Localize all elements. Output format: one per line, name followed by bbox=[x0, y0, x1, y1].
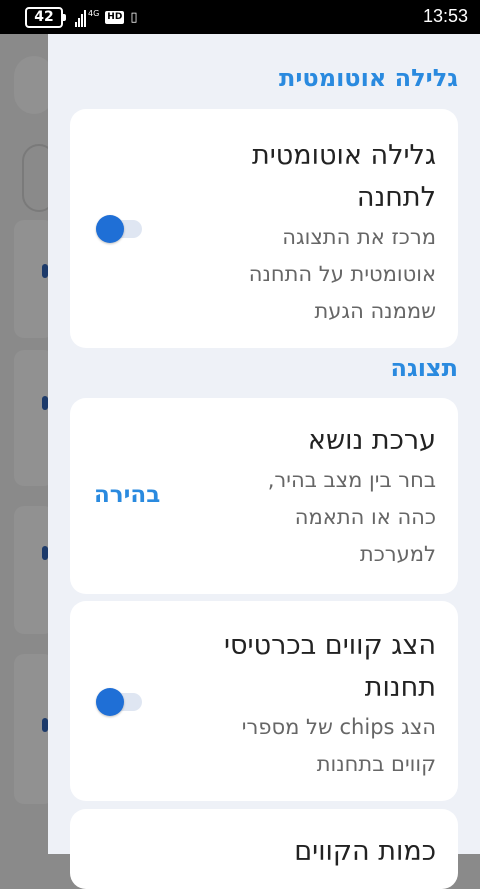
setting-description: אוטומטית על התחנה bbox=[248, 262, 436, 286]
toggle-thumb bbox=[96, 215, 124, 243]
line-count-setting-card[interactable]: כמות הקווים bbox=[70, 809, 458, 889]
status-bar: 42 4G HD ▯ 13:53 bbox=[0, 0, 480, 34]
vibrate-icon: ▯ bbox=[130, 9, 138, 25]
toggle-thumb bbox=[96, 688, 124, 716]
auto-scroll-setting-card[interactable]: גלילה אוטומטית לתחנה מרכז את התצוגה אוטו… bbox=[70, 109, 458, 348]
theme-text: ערכת נושא בחר בין מצב בהיר, כהה או התאמה… bbox=[186, 420, 436, 573]
theme-value[interactable]: בהירה bbox=[94, 482, 160, 508]
background-app-scrim[interactable] bbox=[0, 34, 56, 854]
theme-setting-card[interactable]: ערכת נושא בחר בין מצב בהיר, כהה או התאמה… bbox=[70, 398, 458, 594]
setting-title: גלילה אוטומטית bbox=[252, 140, 436, 171]
show-lines-toggle[interactable] bbox=[96, 688, 142, 716]
clock: 13:53 bbox=[422, 6, 468, 26]
setting-description: הצג chips של מספרי bbox=[241, 715, 436, 739]
show-lines-text: הצג קווים בכרטיסי תחנות הצג chips של מספ… bbox=[186, 625, 436, 783]
setting-description: קווים בתחנות bbox=[316, 752, 436, 776]
setting-title: ערכת נושא bbox=[307, 425, 436, 456]
line-count-text: כמות הקווים bbox=[186, 831, 436, 873]
setting-title: תחנות bbox=[364, 672, 436, 703]
section-title-display: תצוגה bbox=[390, 354, 458, 382]
auto-scroll-toggle[interactable] bbox=[96, 215, 142, 243]
show-lines-setting-card[interactable]: הצג קווים בכרטיסי תחנות הצג chips של מספ… bbox=[70, 601, 458, 801]
network-type: 4G bbox=[88, 8, 100, 18]
setting-description: שממנה הגעת bbox=[314, 299, 436, 323]
setting-description: כהה או התאמה bbox=[294, 505, 436, 529]
setting-description: בחר בין מצב בהיר, bbox=[267, 468, 436, 492]
hd-icon: HD bbox=[105, 11, 125, 24]
signal-icon: 4G bbox=[75, 9, 99, 27]
battery-icon: 42 bbox=[25, 7, 66, 28]
settings-sheet: גלילה אוטומטית גלילה אוטומטית לתחנה מרכז… bbox=[48, 34, 480, 889]
setting-description: מרכז את התצוגה bbox=[282, 225, 436, 249]
setting-title: לתחנה bbox=[356, 182, 436, 213]
setting-title: הצג קווים בכרטיסי bbox=[223, 630, 436, 661]
setting-title: כמות הקווים bbox=[294, 836, 436, 867]
battery-level: 42 bbox=[34, 9, 54, 25]
section-title-auto-scroll: גלילה אוטומטית bbox=[278, 64, 458, 92]
status-icons: 42 4G HD ▯ bbox=[25, 7, 137, 28]
auto-scroll-text: גלילה אוטומטית לתחנה מרכז את התצוגה אוטו… bbox=[186, 135, 436, 330]
setting-description: למערכת bbox=[359, 542, 436, 566]
